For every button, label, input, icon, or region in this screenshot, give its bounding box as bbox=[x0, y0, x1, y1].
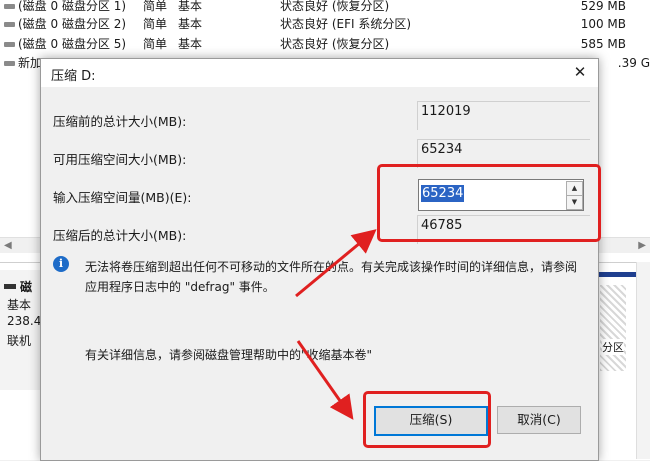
dialog-titlebar: 压缩 D: ✕ bbox=[41, 59, 598, 87]
partition-label: 分区 bbox=[602, 339, 624, 355]
volume-type: 基本 bbox=[178, 17, 203, 31]
volume-name: (磁盘 0 磁盘分区 5) bbox=[18, 37, 127, 51]
total-before-value: 112019 bbox=[421, 104, 471, 119]
total-before-label: 压缩前的总计大小(MB): bbox=[53, 114, 187, 129]
vertical-scrollbar[interactable] bbox=[636, 262, 650, 459]
scroll-right-icon[interactable]: ▶ bbox=[638, 240, 646, 251]
volume-status: 状态良好 (恢复分区) bbox=[280, 0, 390, 13]
volume-status: 状态良好 (EFI 系统分区) bbox=[280, 17, 412, 31]
volume-row[interactable]: (磁盘 0 磁盘分区 1) 简单 基本 状态良好 (恢复分区) 529 MB bbox=[0, 0, 650, 16]
disk-type: 基本 bbox=[7, 298, 32, 312]
info-message: 无法将卷压缩到超出任何不可移动的文件所在的点。有关完成该操作时间的详细信息，请参… bbox=[85, 260, 578, 294]
scroll-left-icon[interactable]: ◀ bbox=[4, 240, 12, 251]
available-space-label: 可用压缩空间大小(MB): bbox=[53, 152, 187, 167]
total-before-field: 112019 bbox=[417, 101, 590, 130]
disk-info-panel[interactable]: 磁 基本 238.4 联机 bbox=[0, 270, 44, 390]
volume-type: 基本 bbox=[178, 37, 203, 51]
highlight-box-input bbox=[377, 164, 601, 242]
volume-size: 529 MB bbox=[580, 0, 626, 13]
volume-layout: 简单 bbox=[143, 37, 168, 51]
partition-block[interactable]: 分区 bbox=[596, 272, 636, 377]
volume-name: (磁盘 0 磁盘分区 1) bbox=[18, 0, 127, 13]
disk-size: 238.4 bbox=[7, 314, 42, 328]
disk-icon bbox=[4, 284, 16, 289]
volume-row[interactable]: (磁盘 0 磁盘分区 5) 简单 基本 状态良好 (恢复分区) 585 MB bbox=[0, 35, 650, 54]
drive-icon bbox=[4, 4, 15, 9]
shrink-amount-label: 输入压缩空间量(MB)(E): bbox=[53, 190, 192, 205]
volume-name: 新加 bbox=[18, 56, 43, 70]
drive-icon bbox=[4, 22, 15, 27]
disk-title: 磁 bbox=[20, 280, 33, 294]
info-icon: i bbox=[53, 256, 69, 272]
available-space-value: 65234 bbox=[421, 142, 463, 157]
volume-size: .39 G bbox=[617, 56, 650, 70]
drive-icon bbox=[4, 42, 15, 47]
close-icon[interactable]: ✕ bbox=[571, 63, 589, 81]
volume-size: 585 MB bbox=[580, 37, 626, 51]
drive-icon bbox=[4, 61, 15, 66]
volume-row[interactable]: (磁盘 0 磁盘分区 2) 简单 基本 状态良好 (EFI 系统分区) 100 … bbox=[0, 15, 650, 34]
partition-hatch bbox=[600, 285, 626, 371]
cancel-button[interactable]: 取消(C) bbox=[497, 406, 581, 434]
volume-layout: 简单 bbox=[143, 0, 168, 13]
disk-state: 联机 bbox=[7, 334, 32, 348]
total-after-label: 压缩后的总计大小(MB): bbox=[53, 228, 187, 243]
volume-status: 状态良好 (恢复分区) bbox=[280, 37, 390, 51]
highlight-box-shrink bbox=[363, 391, 491, 448]
volume-type: 基本 bbox=[178, 0, 203, 13]
dialog-title: 压缩 D: bbox=[51, 69, 96, 84]
help-message: 有关详细信息，请参阅磁盘管理帮助中的"收缩基本卷" bbox=[85, 348, 373, 362]
volume-layout: 简单 bbox=[143, 17, 168, 31]
volume-size: 100 MB bbox=[580, 17, 626, 31]
volume-name: (磁盘 0 磁盘分区 2) bbox=[18, 17, 127, 31]
shrink-dialog: 压缩 D: ✕ 压缩前的总计大小(MB): 112019 可用压缩空间大小(MB… bbox=[40, 58, 599, 461]
